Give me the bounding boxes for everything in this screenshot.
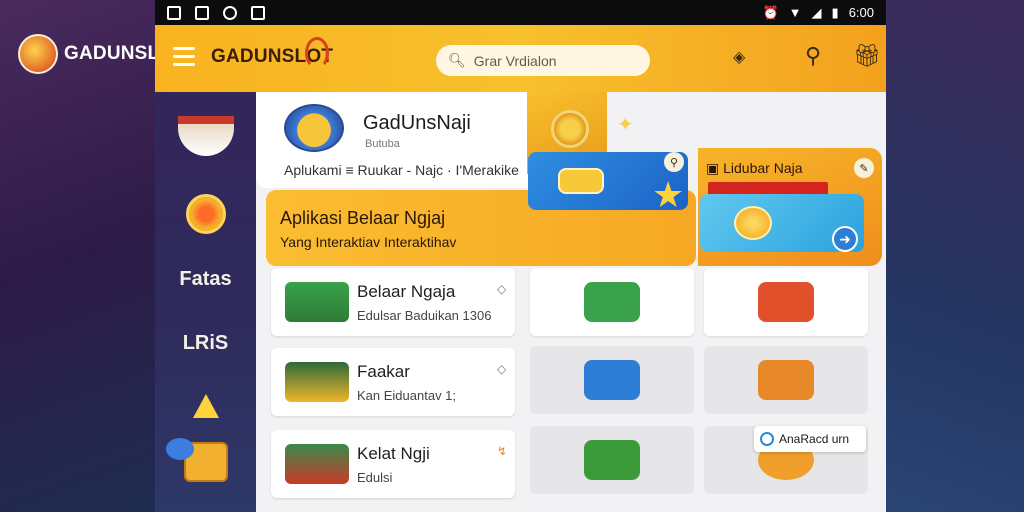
app-logo-icon	[284, 104, 344, 152]
list-item[interactable]: Belaar Ngaja Edulsar Baduikan 1306 ◇	[271, 268, 515, 336]
tile-ribbon[interactable]	[704, 268, 868, 336]
wifi-icon: ▼	[788, 5, 802, 20]
main-content: GadUnsNaji Butuba Aplukami ≡ Ruukar - Na…	[256, 92, 886, 512]
diamond-icon[interactable]: ◈	[733, 47, 745, 67]
list-item-title: Kelat Ngji	[357, 444, 430, 463]
gallery-icon	[167, 5, 181, 20]
tile-badge[interactable]	[530, 346, 694, 414]
battery-icon: ▮	[831, 4, 839, 20]
background-left	[0, 0, 155, 512]
chat-icon	[584, 282, 640, 322]
search-icon: 🔍︎	[448, 52, 466, 68]
list-item-title: Faakar	[357, 362, 410, 381]
sidebar-label: LRiS	[182, 332, 229, 354]
star-icon	[192, 394, 219, 418]
sidebar-label: Fatas	[179, 268, 232, 290]
ribbon-badge-icon	[758, 282, 814, 322]
title-badge-icon	[305, 37, 329, 69]
banner-subtitle: Yang Interaktiav Interaktihav	[280, 234, 457, 250]
chest-icon	[758, 360, 814, 400]
list-item-subtitle: Edulsar Baduikan 1306	[357, 308, 492, 323]
coin-icon	[185, 194, 226, 234]
badge-icon	[584, 360, 640, 400]
banner-title: Aplikasi Belaar Ngjaj	[280, 208, 446, 228]
chat-bubble-icon	[558, 168, 604, 194]
list-item-corner: ◇	[497, 362, 507, 376]
arrow-right-icon[interactable]: ➜	[832, 226, 858, 252]
alarm-icon: ⏰	[762, 4, 779, 20]
tile-chat[interactable]	[530, 268, 694, 336]
store-thumb-icon	[285, 282, 349, 322]
translate-icon	[251, 5, 265, 20]
monitor-icon	[584, 440, 640, 480]
banner-right-label: Lidubar Naja	[723, 160, 803, 176]
list-item-corner: ↯	[497, 444, 508, 458]
app-name: GadUnsNaji	[363, 112, 471, 134]
flame-icon[interactable]: ⚲	[664, 152, 684, 172]
sidebar-item-bag[interactable]	[155, 438, 256, 482]
image-icon	[195, 5, 209, 20]
app-bar: GADUNSLOT 🔍︎ Grar Vrdialon ◈ ⚲ 🎁︎	[155, 25, 886, 92]
banner-right-panel[interactable]: ▣ Lidubar Naja ✎ ➜	[698, 148, 882, 266]
menu-icon[interactable]	[173, 47, 195, 66]
search-button-icon[interactable]: ⚲	[805, 43, 821, 69]
banner-right-title: ▣ Lidubar Naja	[706, 160, 803, 177]
brand-logo: GADUNSLO	[18, 34, 174, 74]
sidebar-item-coin[interactable]	[155, 194, 256, 234]
coin-thumb-icon	[285, 362, 349, 402]
tool-icon[interactable]: ✎	[854, 158, 874, 178]
search-input[interactable]: 🔍︎ Grar Vrdialon	[436, 45, 650, 76]
promo-banner: Aplikasi Belaar Ngjaj Yang Interaktiav I…	[266, 148, 882, 266]
brand-mark-icon	[18, 34, 58, 74]
list-item-title: Belaar Ngaja	[357, 282, 456, 301]
list-item-corner: ◇	[497, 282, 507, 296]
tile-chest[interactable]	[704, 346, 868, 414]
sparkle-icon: ✦	[617, 114, 634, 136]
sidebar-item-star[interactable]	[155, 394, 256, 418]
list-item-subtitle: Edulsi	[357, 470, 393, 485]
box-icon: ▣	[706, 160, 720, 176]
phone-screen: ⏰ ▼ ◢ ▮ 6:00 GADUNSLOT 🔍︎ Grar Vrdialon …	[155, 0, 886, 512]
clock-text: 6:00	[848, 5, 874, 20]
sidebar-item-lris[interactable]: LRiS	[155, 332, 256, 355]
background-right	[885, 0, 1024, 512]
whatsapp-icon	[223, 5, 237, 20]
gift-icon[interactable]: 🎁︎	[853, 43, 881, 69]
float-chip[interactable]: AnaRacd urn	[754, 426, 866, 452]
star-icon: ★	[652, 174, 685, 215]
search-placeholder: Grar Vrdialon	[473, 52, 557, 69]
list-item[interactable]: Faakar Kan Eiduantav 1; ◇	[271, 348, 515, 416]
orange-icon	[734, 206, 772, 240]
list-item-subtitle: Kan Eiduantav 1;	[357, 388, 457, 403]
sidebar-item-fatas[interactable]: Fatas	[155, 268, 256, 291]
list-item[interactable]: Kelat Ngji Edulsi ↯	[271, 430, 515, 498]
bag-icon	[165, 438, 228, 482]
food-bowl-icon	[177, 116, 234, 156]
chip-icon	[760, 432, 774, 446]
chip-label: AnaRacd urn	[779, 432, 850, 446]
desk-thumb-icon	[285, 444, 349, 484]
banner-right-card[interactable]: ➜	[700, 194, 864, 252]
tile-monitor[interactable]	[530, 426, 694, 494]
signal-icon: ◢	[811, 4, 822, 20]
emblem-icon	[551, 110, 589, 148]
status-bar: ⏰ ▼ ◢ ▮ 6:00	[155, 0, 886, 25]
sidebar-item-bowl[interactable]	[155, 116, 256, 156]
sidebar: Fatas LRiS	[155, 92, 256, 512]
